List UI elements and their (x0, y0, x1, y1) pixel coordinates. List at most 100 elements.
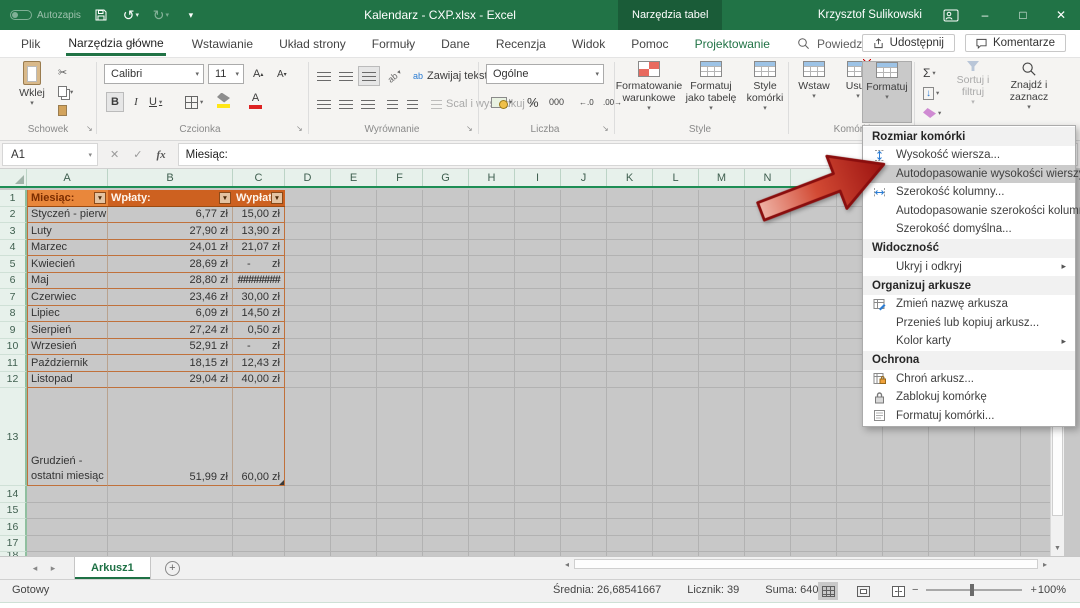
row-header-10[interactable]: 10 (0, 339, 27, 356)
maximize-button[interactable]: □ (1004, 0, 1042, 30)
align-left-button[interactable] (314, 94, 334, 114)
alignment-dialog-launcher[interactable]: ↘ (466, 124, 473, 133)
align-center-button[interactable] (336, 94, 356, 114)
row-header-12[interactable]: 12 (0, 372, 27, 389)
merge-center-button[interactable]: Scal i wyśrodkuj▾ (428, 94, 537, 114)
cell-B11[interactable]: 18,15 zł (108, 355, 233, 372)
cell-C2[interactable]: 15,00 zł (233, 207, 285, 224)
zoom-slider-thumb[interactable] (970, 584, 974, 596)
cell-A6[interactable]: Maj (27, 273, 108, 290)
cell-A15[interactable] (27, 503, 108, 520)
column-header-C[interactable]: C (233, 169, 285, 186)
user-presence-icon[interactable] (936, 0, 966, 30)
align-right-button[interactable] (358, 94, 378, 114)
cell-A12[interactable]: Listopad (27, 372, 108, 389)
cell-A3[interactable]: Luty (27, 223, 108, 240)
cell-C13[interactable]: 60,00 zł (233, 388, 285, 486)
cell-A4[interactable]: Marzec (27, 240, 108, 257)
name-box[interactable]: A1▾ (2, 143, 98, 166)
orientation-button[interactable]: ab▾ (380, 61, 409, 90)
font-color-button[interactable]: A (246, 90, 265, 110)
autosave-toggle[interactable]: Autozapis (10, 10, 81, 21)
minimize-button[interactable]: – (966, 0, 1004, 30)
cell-A7[interactable]: Czerwiec (27, 289, 108, 306)
hscroll-right-icon[interactable]: ▸ (1038, 558, 1052, 570)
column-header-I[interactable]: I (515, 169, 561, 186)
zoom-in-button[interactable]: + (1030, 584, 1036, 596)
cell-C8[interactable]: 14,50 zł (233, 306, 285, 323)
cell-B8[interactable]: 6,09 zł (108, 306, 233, 323)
table-header-C[interactable]: Wypłat▼ (233, 190, 285, 207)
menu-item-zablokuj-komórkę[interactable]: Zablokuj komórkę (863, 388, 1075, 407)
table-header-A[interactable]: Miesiąc:▼ (27, 190, 108, 207)
clipboard-dialog-launcher[interactable]: ↘ (86, 124, 93, 133)
conditional-formatting-button[interactable]: Formatowanie warunkowe ▾ (620, 61, 678, 121)
align-middle-button[interactable] (336, 66, 356, 86)
column-header-M[interactable]: M (699, 169, 745, 186)
table-header-B[interactable]: Wpłaty:▼ (108, 190, 233, 207)
row-header-14[interactable]: 14 (0, 486, 27, 503)
underline-button[interactable]: U▾ (146, 92, 165, 112)
clear-button[interactable]: ▾ (920, 103, 944, 123)
row-header-5[interactable]: 5 (0, 256, 27, 273)
tab-układ-strony[interactable]: Układ strony (266, 30, 359, 57)
cell-B16[interactable] (108, 519, 233, 536)
column-header-D[interactable]: D (285, 169, 331, 186)
increase-indent-button[interactable] (404, 94, 421, 114)
column-header-F[interactable]: F (377, 169, 423, 186)
filter-dropdown-icon[interactable]: ▼ (219, 192, 231, 204)
horizontal-scrollbar[interactable]: ◂ ▸ (560, 558, 1052, 570)
find-select-button[interactable]: Znajdź i zaznacz ▾ (1002, 61, 1056, 121)
decrease-font-button[interactable]: A▾ (274, 64, 290, 84)
cell-A8[interactable]: Lipiec (27, 306, 108, 323)
column-header-G[interactable]: G (423, 169, 469, 186)
format-painter-button[interactable] (58, 105, 67, 116)
column-header-J[interactable]: J (561, 169, 607, 186)
cancel-entry-button[interactable]: ✕ (110, 148, 119, 161)
menu-item-przenieś-lub-kopiuj-arkusz[interactable]: Przenieś lub kopiuj arkusz... (863, 314, 1075, 333)
select-all-corner[interactable] (0, 169, 27, 186)
tab-dane[interactable]: Dane (428, 30, 483, 57)
column-header-H[interactable]: H (469, 169, 515, 186)
close-button[interactable]: ✕ (1042, 0, 1080, 30)
tab-projektowanie[interactable]: Projektowanie (682, 30, 783, 57)
cell-B15[interactable] (108, 503, 233, 520)
comma-style-button[interactable]: 000 (546, 92, 567, 112)
save-button[interactable] (91, 4, 111, 26)
undo-button[interactable]: ↺▾ (121, 4, 141, 26)
scroll-down-icon[interactable]: ▼ (1051, 540, 1064, 556)
align-bottom-button[interactable] (358, 66, 380, 86)
menu-item-kolor-karty[interactable]: Kolor karty▸ (863, 332, 1075, 351)
insert-function-button[interactable]: fx (156, 149, 165, 161)
row-header-16[interactable]: 16 (0, 519, 27, 536)
cell-B4[interactable]: 24,01 zł (108, 240, 233, 257)
cell-C9[interactable]: 0,50 zł (233, 322, 285, 339)
filter-dropdown-icon[interactable]: ▼ (94, 192, 106, 204)
column-header-B[interactable]: B (108, 169, 233, 186)
cell-B17[interactable] (108, 536, 233, 553)
cell-C16[interactable] (233, 519, 285, 536)
cell-C7[interactable]: 30,00 zł (233, 289, 285, 306)
row-header-2[interactable]: 2 (0, 207, 27, 224)
cell-C5[interactable]: - zł (233, 256, 285, 273)
normal-view-button[interactable] (818, 582, 838, 600)
format-button[interactable]: Formatuj ▾ (862, 61, 912, 123)
cell-B9[interactable]: 27,24 zł (108, 322, 233, 339)
tab-narzędzia-główne[interactable]: Narzędzia główne (53, 30, 178, 57)
cell-A17[interactable] (27, 536, 108, 553)
font-size-select[interactable]: 11▾ (208, 64, 244, 84)
tab-recenzja[interactable]: Recenzja (483, 30, 559, 57)
column-header-E[interactable]: E (331, 169, 377, 186)
row-header-4[interactable]: 4 (0, 240, 27, 257)
enter-entry-button[interactable]: ✓ (133, 148, 142, 161)
cell-B10[interactable]: 52,91 zł (108, 339, 233, 356)
cell-C17[interactable] (233, 536, 285, 553)
cell-C14[interactable] (233, 486, 285, 503)
copy-button[interactable]: ▾ (58, 86, 73, 97)
cell-A2[interactable]: Styczeń - pierw (27, 207, 108, 224)
customize-qat-button[interactable]: ▾ (181, 4, 201, 26)
menu-item-formatuj-komórki[interactable]: Formatuj komórki... (863, 407, 1075, 426)
align-top-button[interactable] (314, 66, 334, 86)
zoom-out-button[interactable]: − (912, 584, 918, 596)
cell-B3[interactable]: 27,90 zł (108, 223, 233, 240)
